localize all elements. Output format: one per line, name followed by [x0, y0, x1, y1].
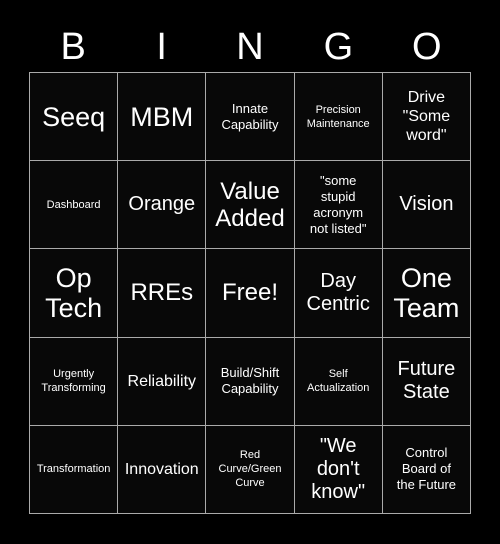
bingo-cell-label: Precision Maintenance	[306, 103, 370, 130]
bingo-cell-label: Op Tech	[45, 262, 103, 323]
bingo-cell-label: Value Added	[215, 177, 285, 232]
bingo-cell-label: RREs	[130, 279, 194, 307]
header-letter-i: I	[156, 26, 167, 68]
bingo-cell[interactable]: "We don't know"	[294, 425, 382, 513]
bingo-cell[interactable]: Build/Shift Capability	[206, 337, 294, 425]
bingo-cell-label: Orange	[128, 193, 196, 216]
header-letter-g: G	[323, 26, 354, 68]
bingo-cell[interactable]: Free!	[206, 249, 294, 337]
bingo-cell[interactable]: Op Tech	[30, 249, 118, 337]
bingo-cell-label: Future State	[397, 358, 456, 404]
bingo-card: B I N G O Seeq MBM Innate Capability Precis…	[0, 0, 500, 544]
bingo-cell[interactable]: One Team	[382, 249, 470, 337]
bingo-cell[interactable]: Reliability	[118, 337, 206, 425]
bingo-cell-label: "We don't know"	[311, 434, 366, 503]
bingo-cell[interactable]: Urgently Transforming	[30, 337, 118, 425]
bingo-cell-label: Reliability	[127, 372, 197, 390]
bingo-cell[interactable]: Transformation	[30, 425, 118, 513]
bingo-cell[interactable]: Orange	[118, 161, 206, 249]
bingo-cell-label: Innate Capability	[221, 100, 279, 132]
bingo-cell[interactable]: Innovation	[118, 425, 206, 513]
bingo-cell-label: Control Board of the Future	[396, 445, 457, 493]
bingo-header: B I N G O	[29, 22, 471, 72]
bingo-cell-label: Innovation	[124, 460, 199, 478]
bingo-cell[interactable]: Red Curve/Green Curve	[206, 425, 294, 513]
bingo-cell-label: Urgently Transforming	[41, 368, 106, 395]
bingo-cell[interactable]: Seeq	[30, 73, 118, 161]
bingo-cell-label: MBM	[130, 101, 194, 132]
bingo-cell[interactable]: Drive "Some word"	[382, 73, 470, 161]
bingo-cell-label: Vision	[399, 193, 454, 216]
bingo-cell[interactable]: "some stupid acronym not listed"	[294, 161, 382, 249]
bingo-cell[interactable]: Value Added	[206, 161, 294, 249]
header-letter-b: B	[60, 26, 86, 68]
bingo-cell[interactable]: Day Centric	[294, 249, 382, 337]
bingo-cell-label: Red Curve/Green Curve	[218, 449, 282, 490]
bingo-cell[interactable]: Precision Maintenance	[294, 73, 382, 161]
bingo-cell-label: Drive "Some word"	[402, 89, 451, 145]
bingo-cell-label: Self Actualization	[307, 368, 370, 395]
bingo-cell-label: Build/Shift Capability	[220, 365, 280, 397]
bingo-cell[interactable]: Innate Capability	[206, 73, 294, 161]
bingo-cell-label: "some stupid acronym not listed"	[309, 172, 367, 236]
bingo-cell[interactable]: Vision	[382, 161, 470, 249]
bingo-cell[interactable]: Dashboard	[30, 161, 118, 249]
bingo-cell[interactable]: RREs	[118, 249, 206, 337]
bingo-cell[interactable]: Future State	[382, 337, 470, 425]
bingo-cell-label: Dashboard	[46, 198, 101, 211]
bingo-cell[interactable]: Control Board of the Future	[382, 425, 470, 513]
bingo-cell-label: Free!	[221, 279, 278, 307]
bingo-cell-label: One Team	[393, 262, 460, 323]
bingo-grid: Seeq MBM Innate Capability Precision Mainte…	[29, 72, 471, 514]
bingo-cell-label: Day Centric	[306, 269, 370, 315]
header-letter-n: N	[236, 26, 264, 68]
bingo-cell-label: Seeq	[42, 101, 106, 132]
bingo-cell-label: Transformation	[36, 463, 111, 476]
header-letter-o: O	[412, 26, 442, 68]
bingo-cell[interactable]: Self Actualization	[294, 337, 382, 425]
bingo-cell[interactable]: MBM	[118, 73, 206, 161]
